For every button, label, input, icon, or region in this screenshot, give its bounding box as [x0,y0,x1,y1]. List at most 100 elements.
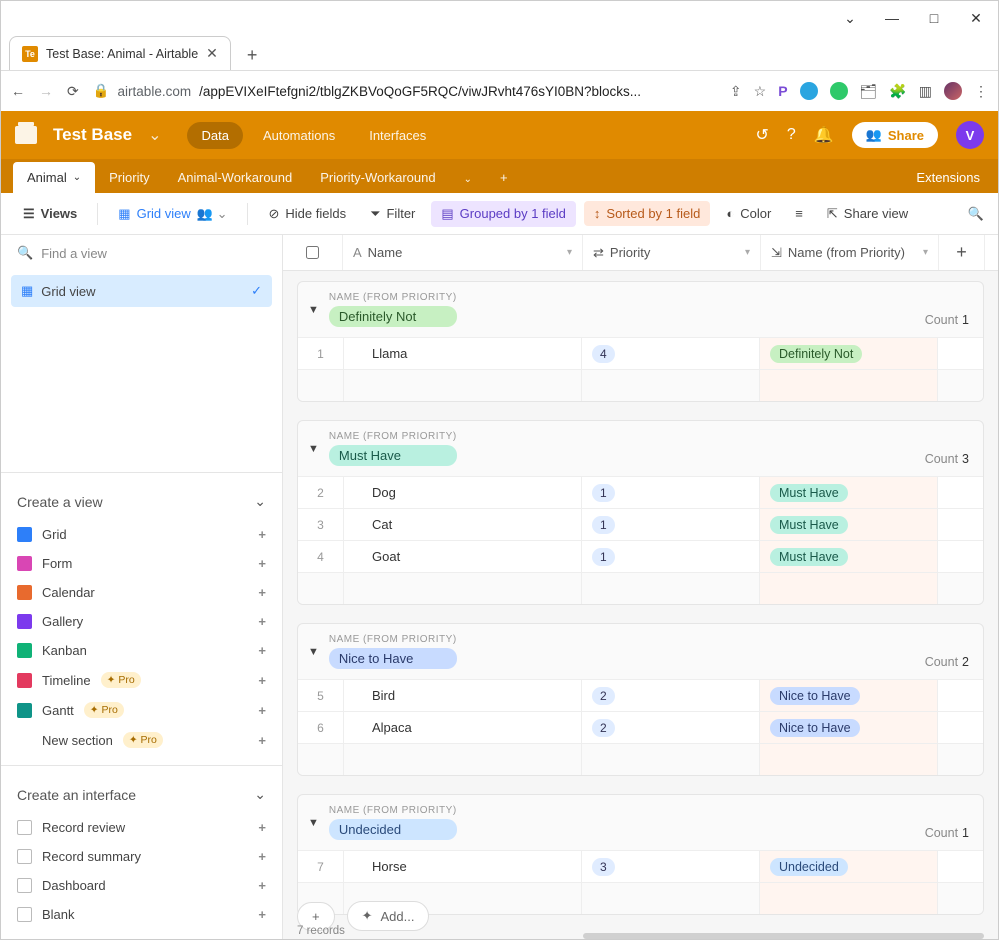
filter-button[interactable]: ⏷ Filter [362,201,423,227]
column-header-priority[interactable]: ⇄Priority▾ [583,235,761,270]
history-icon[interactable]: ↺ [755,125,768,145]
add-icon[interactable]: + [258,820,266,835]
select-all-checkbox[interactable] [283,235,343,270]
column-header-lookup[interactable]: ⇲Name (from Priority)▾ [761,235,939,270]
address-bar[interactable]: 🔒 airtable.com/appEVIXeIFtefgni2/tblgZKB… [93,83,716,99]
add-icon[interactable]: + [258,733,266,748]
create-view-grid[interactable]: Grid+ [11,520,272,549]
table-tabs-more[interactable]: ⌄ [450,166,486,193]
tab-close-icon[interactable]: ✕ [206,45,218,62]
appbar-tab-automations[interactable]: Automations [249,122,349,149]
extensions-icon[interactable]: 🧩 [889,83,906,100]
empty-row[interactable]: . [298,743,983,775]
window-minimize-icon[interactable]: — [878,10,906,26]
table-row[interactable]: 2 Dog 1 Must Have [298,476,983,508]
base-title[interactable]: Test Base [53,125,132,145]
chevron-down-icon[interactable]: ⌄ [73,172,81,183]
chevron-down-icon[interactable]: ▾ [567,247,572,258]
share-button[interactable]: 👥Share [852,122,938,148]
add-icon[interactable]: + [258,585,266,600]
user-avatar[interactable]: V [956,121,984,149]
help-icon[interactable]: ? [787,126,796,144]
row-height-button[interactable]: ≡ [787,201,811,226]
cell-priority[interactable]: 1 [582,541,760,572]
table-tab-animal-workaround[interactable]: Animal-Workaround [164,162,307,193]
add-icon[interactable]: + [258,614,266,629]
add-icon[interactable]: + [258,849,266,864]
views-toggle[interactable]: ☰ Views [15,201,85,227]
table-row[interactable]: 5 Bird 2 Nice to Have [298,679,983,711]
collapse-icon[interactable]: ▼ [308,646,319,658]
create-view-new-section[interactable]: New section✦ Pro+ [11,725,272,755]
ext-blue-icon[interactable] [800,82,818,100]
cell-priority[interactable]: 4 [582,338,760,369]
cell-priority[interactable]: 3 [582,851,760,882]
window-close-icon[interactable]: ✕ [962,10,990,27]
cell-name[interactable]: Horse [344,851,582,882]
star-icon[interactable]: ☆ [754,83,767,100]
cell-priority[interactable]: 2 [582,712,760,743]
add-field-button[interactable]: + [939,235,985,270]
window-chevron-icon[interactable]: ⌄ [836,10,864,27]
base-icon[interactable] [15,126,37,144]
window-maximize-icon[interactable]: □ [920,10,948,26]
table-row[interactable]: 1 Llama 4 Definitely Not [298,337,983,369]
add-icon[interactable]: + [258,703,266,718]
table-row[interactable]: 3 Cat 1 Must Have [298,508,983,540]
appbar-tab-interfaces[interactable]: Interfaces [355,122,440,149]
cell-name[interactable]: Llama [344,338,582,369]
share-view-button[interactable]: ⇱ Share view [819,201,916,227]
empty-row[interactable]: . [298,572,983,604]
cell-name[interactable]: Dog [344,477,582,508]
view-switcher[interactable]: ▦ Grid view 👥 ⌄ [110,201,235,227]
table-tab-priority[interactable]: Priority [95,162,163,193]
browser-tab[interactable]: Te Test Base: Animal - Airtable ✕ [9,36,231,70]
color-button[interactable]: ◐ Color [718,201,779,226]
add-menu-button[interactable]: ✦Add... [347,901,430,931]
ext-p-icon[interactable]: P [778,83,787,99]
cell-name[interactable]: Bird [344,680,582,711]
create-interface-header[interactable]: Create an interface⌄ [1,776,282,813]
create-view-timeline[interactable]: Timeline✦ Pro+ [11,665,272,695]
horizontal-scrollbar[interactable] [583,933,984,939]
group-header[interactable]: ▼ NAME (FROM PRIORITY) Undecided Count1 [298,795,983,850]
collapse-icon[interactable]: ▼ [308,304,319,316]
search-icon[interactable]: 🔍 [968,206,984,222]
add-table-button[interactable]: + [486,162,522,193]
table-row[interactable]: 6 Alpaca 2 Nice to Have [298,711,983,743]
base-chevron-icon[interactable]: ⌄ [148,125,161,145]
side-panel-icon[interactable]: ▥ [919,83,932,100]
share-page-icon[interactable]: ⇪ [730,83,742,100]
create-view-gallery[interactable]: Gallery+ [11,607,272,636]
add-icon[interactable]: + [258,643,266,658]
find-view-input[interactable]: 🔍 Find a view [1,235,282,271]
kebab-menu-icon[interactable]: ⋮ [974,83,988,100]
new-tab-button[interactable]: + [239,41,266,70]
create-interface-record-summary[interactable]: Record summary+ [11,842,272,871]
profile-avatar-icon[interactable] [944,82,962,100]
table-row[interactable]: 4 Goat 1 Must Have [298,540,983,572]
add-icon[interactable]: + [258,673,266,688]
create-view-header[interactable]: Create a view⌄ [1,483,282,520]
view-item-grid[interactable]: ▦ Grid view ✓ [11,275,272,307]
extensions-button[interactable]: Extensions [898,162,998,193]
notifications-icon[interactable]: 🔔 [814,125,834,145]
cell-priority[interactable]: 1 [582,509,760,540]
forward-icon[interactable]: → [39,83,53,99]
group-header[interactable]: ▼ NAME (FROM PRIORITY) Nice to Have Coun… [298,624,983,679]
table-row[interactable]: 7 Horse 3 Undecided [298,850,983,882]
create-view-kanban[interactable]: Kanban+ [11,636,272,665]
table-tab-priority-workaround[interactable]: Priority-Workaround [306,162,449,193]
cell-priority[interactable]: 1 [582,477,760,508]
add-icon[interactable]: + [258,907,266,922]
cell-name[interactable]: Goat [344,541,582,572]
reload-icon[interactable]: ⟳ [67,83,79,100]
add-icon[interactable]: + [258,556,266,571]
create-interface-record-review[interactable]: Record review+ [11,813,272,842]
table-tab-animal[interactable]: Animal⌄ [13,162,95,193]
create-view-gantt[interactable]: Gantt✦ Pro+ [11,695,272,725]
empty-row[interactable]: . [298,369,983,401]
cell-name[interactable]: Cat [344,509,582,540]
group-button[interactable]: ▤ Grouped by 1 field [431,201,576,227]
ext-green-icon[interactable] [830,82,848,100]
